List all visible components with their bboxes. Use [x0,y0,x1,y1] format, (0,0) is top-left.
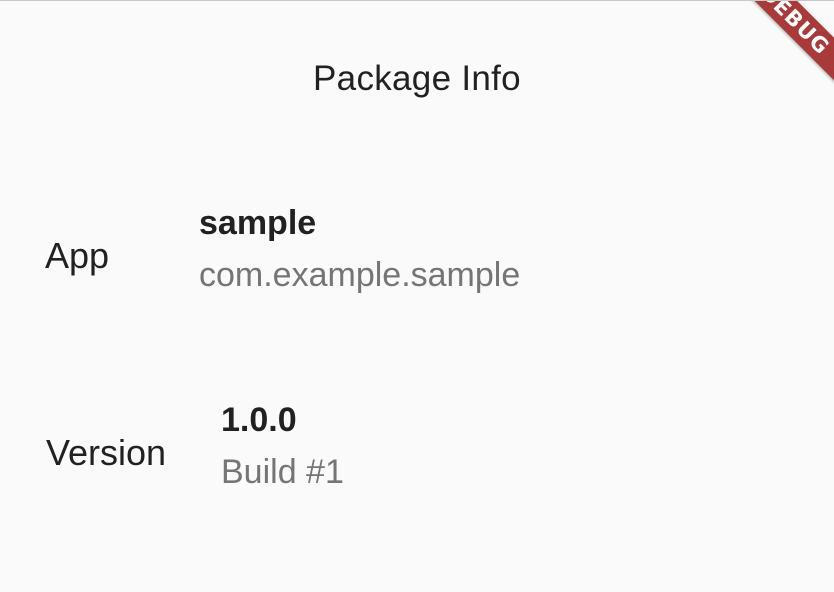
list-item-version: Version 1.0.0 Build #1 [0,394,834,514]
version-label: Version [46,432,167,473]
app-bar: Package Info [0,1,834,156]
app-name: sample [199,204,317,242]
package-name: com.example.sample [199,256,521,294]
list-item-app: App sample com.example.sample [0,197,834,317]
page-title: Package Info [313,59,521,98]
debug-banner: DEBUG [744,1,834,91]
debug-ribbon-label: DEBUG [744,1,834,91]
app-screen: { "app_bar": { "title": "Package Info" }… [0,0,834,592]
build-number: Build #1 [221,453,344,491]
version-number: 1.0.0 [221,401,297,439]
version-details: 1.0.0 Build #1 [221,400,344,492]
app-details: sample com.example.sample [199,203,520,295]
app-label: App [45,235,110,276]
